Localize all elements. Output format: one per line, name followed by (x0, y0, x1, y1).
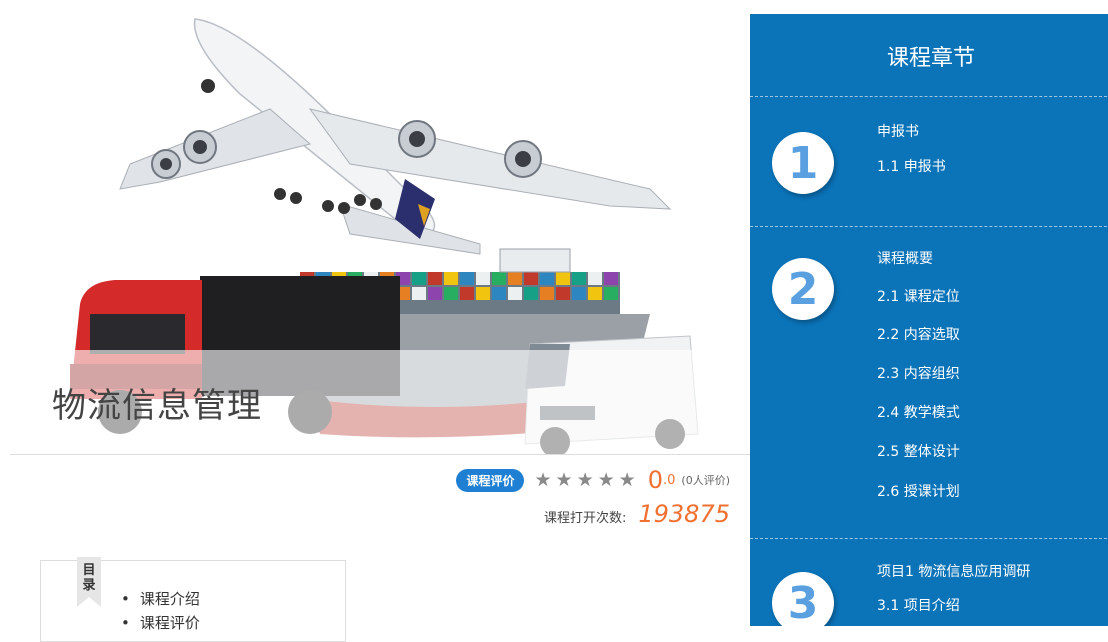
star-icon[interactable]: ★ (598, 470, 615, 490)
star-icon[interactable]: ★ (619, 470, 636, 490)
airplane-image (119, 18, 672, 255)
chapter-item-2-3[interactable]: 2.3 内容组织 (877, 363, 960, 383)
rating-score-decimal: .0 (663, 472, 676, 488)
chapter-number-1: 1 (772, 132, 834, 194)
divider (750, 96, 1108, 97)
outline-item-course-review[interactable]: 课程评价 (121, 611, 200, 635)
open-count-value: 193875 (638, 500, 730, 528)
chapter-number-2: 2 (772, 258, 834, 320)
divider (750, 226, 1108, 227)
course-rating-badge[interactable]: 课程评价 (456, 468, 525, 492)
rating-score: 0 (647, 466, 663, 494)
chapter-item-2-1[interactable]: 2.1 课程定位 (877, 286, 960, 306)
divider (750, 538, 1108, 539)
course-outline: 目录 课程介绍 课程评价 (40, 557, 346, 642)
outline-list: 课程介绍 课程评价 (121, 587, 200, 635)
course-rating: 课程评价 ★ ★ ★ ★ ★ 0 .0 (0人评价) (456, 466, 730, 494)
course-title: 物流信息管理 (52, 386, 262, 426)
chapter-heading-2[interactable]: 课程概要 (877, 248, 933, 268)
chapter-sidebar: 课程章节 1 申报书 1.1 申报书 2 课程概要 2.1 课程定位 2.2 内… (750, 14, 1108, 626)
chapter-item-2-5[interactable]: 2.5 整体设计 (877, 441, 960, 461)
chapter-heading-3[interactable]: 项目1 物流信息应用调研 (877, 561, 1030, 581)
chapter-sidebar-title: 课程章节 (886, 46, 975, 71)
chapter-item-1-1[interactable]: 1.1 申报书 (877, 156, 946, 176)
outline-item-course-intro[interactable]: 课程介绍 (121, 587, 200, 611)
star-icon[interactable]: ★ (556, 470, 573, 490)
chapter-item-2-4[interactable]: 2.4 教学模式 (877, 402, 960, 422)
star-icon[interactable]: ★ (577, 470, 594, 490)
chapter-heading-1[interactable]: 申报书 (877, 121, 919, 141)
chapter-item-2-2[interactable]: 2.2 内容选取 (877, 324, 960, 344)
rating-stars[interactable]: ★ ★ ★ ★ ★ (534, 470, 636, 490)
star-icon[interactable]: ★ (534, 470, 551, 490)
divider (10, 454, 750, 455)
course-hero-banner: 物流信息管理 (10, 14, 750, 454)
open-count: 课程打开次数: 193875 (544, 500, 730, 530)
review-count: (0人评价) (681, 474, 730, 487)
toc-tab-label: 目录 (82, 563, 96, 593)
chapter-item-3-1[interactable]: 3.1 项目介绍 (877, 595, 960, 615)
open-count-label: 课程打开次数: (543, 511, 627, 526)
toc-bookmark-icon: 目录 (77, 557, 101, 607)
chapter-item-2-6[interactable]: 2.6 授课计划 (877, 481, 960, 501)
chapter-number-3: 3 (772, 572, 834, 626)
